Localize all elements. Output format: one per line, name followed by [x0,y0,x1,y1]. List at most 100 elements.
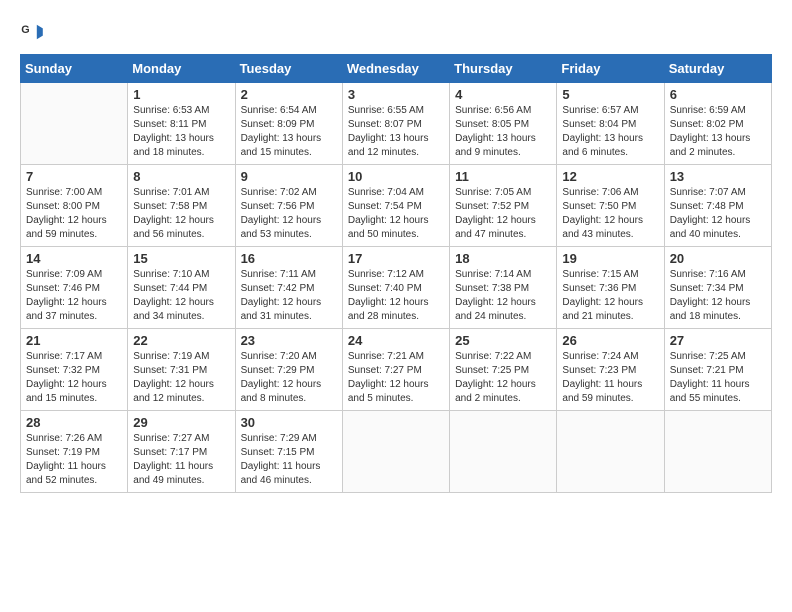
day-info: Sunrise: 7:06 AM Sunset: 7:50 PM Dayligh… [562,186,658,242]
day-number: 20 [670,251,766,266]
calendar-cell: 1 Sunrise: 6:53 AM Sunset: 8:11 PM Daylig… [128,83,235,165]
calendar-cell: 23 Sunrise: 7:20 AM Sunset: 7:29 PM Dayli… [235,329,342,411]
day-number: 12 [562,169,658,184]
calendar-cell: 13 Sunrise: 7:07 AM Sunset: 7:48 PM Dayli… [664,165,771,247]
calendar-cell: 6 Sunrise: 6:59 AM Sunset: 8:02 PM Daylig… [664,83,771,165]
calendar-week-row: 14 Sunrise: 7:09 AM Sunset: 7:46 PM Dayli… [21,247,772,329]
day-number: 3 [348,87,444,102]
day-info: Sunrise: 6:57 AM Sunset: 8:04 PM Dayligh… [562,104,658,160]
day-info: Sunrise: 7:09 AM Sunset: 7:46 PM Dayligh… [26,268,122,324]
calendar-cell: 16 Sunrise: 7:11 AM Sunset: 7:42 PM Dayli… [235,247,342,329]
day-info: Sunrise: 7:10 AM Sunset: 7:44 PM Dayligh… [133,268,229,324]
calendar-cell: 30 Sunrise: 7:29 AM Sunset: 7:15 PM Dayli… [235,411,342,493]
calendar-cell: 4Sunrise: 6:56 AM Sunset: 8:05 PM Daylig… [450,83,557,165]
calendar-cell [450,411,557,493]
day-number: 7 [26,169,122,184]
calendar-week-row: 7 Sunrise: 7:00 AM Sunset: 8:00 PM Daylig… [21,165,772,247]
calendar-cell [342,411,449,493]
weekday-header: Friday [557,55,664,83]
calendar-cell: 11 Sunrise: 7:05 AM Sunset: 7:52 PM Dayli… [450,165,557,247]
calendar-cell: 12 Sunrise: 7:06 AM Sunset: 7:50 PM Dayli… [557,165,664,247]
day-number: 8 [133,169,229,184]
weekday-header: Saturday [664,55,771,83]
calendar-cell: 27 Sunrise: 7:25 AM Sunset: 7:21 PM Dayli… [664,329,771,411]
day-number: 10 [348,169,444,184]
calendar-week-row: 1 Sunrise: 6:53 AM Sunset: 8:11 PM Daylig… [21,83,772,165]
day-number: 15 [133,251,229,266]
calendar-cell: 14 Sunrise: 7:09 AM Sunset: 7:46 PM Dayli… [21,247,128,329]
calendar-cell: 5 Sunrise: 6:57 AM Sunset: 8:04 PM Daylig… [557,83,664,165]
logo: G [20,20,48,44]
calendar-cell: 18Sunrise: 7:14 AM Sunset: 7:38 PM Dayli… [450,247,557,329]
calendar-cell: 2 Sunrise: 6:54 AM Sunset: 8:09 PM Daylig… [235,83,342,165]
calendar-cell: 28Sunrise: 7:26 AM Sunset: 7:19 PM Dayli… [21,411,128,493]
day-info: Sunrise: 6:56 AM Sunset: 8:05 PM Dayligh… [455,104,551,160]
day-info: Sunrise: 7:11 AM Sunset: 7:42 PM Dayligh… [241,268,337,324]
calendar: SundayMondayTuesdayWednesdayThursdayFrid… [20,54,772,493]
day-number: 30 [241,415,337,430]
calendar-cell [664,411,771,493]
day-number: 5 [562,87,658,102]
weekday-header: Sunday [21,55,128,83]
calendar-cell: 10 Sunrise: 7:04 AM Sunset: 7:54 PM Dayli… [342,165,449,247]
day-number: 11 [455,169,551,184]
day-number: 29 [133,415,229,430]
day-info: Sunrise: 7:16 AM Sunset: 7:34 PM Dayligh… [670,268,766,324]
calendar-cell: 19 Sunrise: 7:15 AM Sunset: 7:36 PM Dayli… [557,247,664,329]
day-number: 9 [241,169,337,184]
svg-text:G: G [21,24,29,36]
day-info: Sunrise: 7:27 AM Sunset: 7:17 PM Dayligh… [133,432,229,488]
day-number: 18 [455,251,551,266]
day-info: Sunrise: 6:59 AM Sunset: 8:02 PM Dayligh… [670,104,766,160]
day-info: Sunrise: 7:21 AM Sunset: 7:27 PM Dayligh… [348,350,444,406]
day-info: Sunrise: 7:02 AM Sunset: 7:56 PM Dayligh… [241,186,337,242]
day-info: Sunrise: 7:22 AM Sunset: 7:25 PM Dayligh… [455,350,551,406]
day-number: 26 [562,333,658,348]
day-info: Sunrise: 6:53 AM Sunset: 8:11 PM Dayligh… [133,104,229,160]
calendar-cell: 21 Sunrise: 7:17 AM Sunset: 7:32 PM Dayli… [21,329,128,411]
weekday-header: Thursday [450,55,557,83]
calendar-cell: 15 Sunrise: 7:10 AM Sunset: 7:44 PM Dayli… [128,247,235,329]
calendar-cell: 3 Sunrise: 6:55 AM Sunset: 8:07 PM Daylig… [342,83,449,165]
calendar-cell: 26 Sunrise: 7:24 AM Sunset: 7:23 PM Dayli… [557,329,664,411]
day-number: 1 [133,87,229,102]
day-info: Sunrise: 7:07 AM Sunset: 7:48 PM Dayligh… [670,186,766,242]
day-number: 2 [241,87,337,102]
calendar-cell [557,411,664,493]
calendar-cell: 7 Sunrise: 7:00 AM Sunset: 8:00 PM Daylig… [21,165,128,247]
day-number: 6 [670,87,766,102]
day-number: 13 [670,169,766,184]
weekday-header: Monday [128,55,235,83]
day-number: 24 [348,333,444,348]
day-info: Sunrise: 6:54 AM Sunset: 8:09 PM Dayligh… [241,104,337,160]
calendar-cell: 9 Sunrise: 7:02 AM Sunset: 7:56 PM Daylig… [235,165,342,247]
day-number: 14 [26,251,122,266]
calendar-cell: 17Sunrise: 7:12 AM Sunset: 7:40 PM Dayli… [342,247,449,329]
calendar-week-row: 28Sunrise: 7:26 AM Sunset: 7:19 PM Dayli… [21,411,772,493]
day-number: 27 [670,333,766,348]
day-number: 21 [26,333,122,348]
day-info: Sunrise: 6:55 AM Sunset: 8:07 PM Dayligh… [348,104,444,160]
day-info: Sunrise: 7:04 AM Sunset: 7:54 PM Dayligh… [348,186,444,242]
calendar-cell: 8 Sunrise: 7:01 AM Sunset: 7:58 PM Daylig… [128,165,235,247]
calendar-cell [21,83,128,165]
day-number: 28 [26,415,122,430]
day-info: Sunrise: 7:05 AM Sunset: 7:52 PM Dayligh… [455,186,551,242]
calendar-header: SundayMondayTuesdayWednesdayThursdayFrid… [21,55,772,83]
calendar-cell: 20 Sunrise: 7:16 AM Sunset: 7:34 PM Dayli… [664,247,771,329]
header: G [20,20,772,44]
weekday-header: Tuesday [235,55,342,83]
day-info: Sunrise: 7:01 AM Sunset: 7:58 PM Dayligh… [133,186,229,242]
day-info: Sunrise: 7:15 AM Sunset: 7:36 PM Dayligh… [562,268,658,324]
day-number: 19 [562,251,658,266]
day-info: Sunrise: 7:17 AM Sunset: 7:32 PM Dayligh… [26,350,122,406]
day-number: 23 [241,333,337,348]
day-info: Sunrise: 7:00 AM Sunset: 8:00 PM Dayligh… [26,186,122,242]
calendar-cell: 25Sunrise: 7:22 AM Sunset: 7:25 PM Dayli… [450,329,557,411]
day-info: Sunrise: 7:20 AM Sunset: 7:29 PM Dayligh… [241,350,337,406]
day-info: Sunrise: 7:24 AM Sunset: 7:23 PM Dayligh… [562,350,658,406]
day-number: 16 [241,251,337,266]
day-info: Sunrise: 7:29 AM Sunset: 7:15 PM Dayligh… [241,432,337,488]
calendar-cell: 24 Sunrise: 7:21 AM Sunset: 7:27 PM Dayli… [342,329,449,411]
day-info: Sunrise: 7:25 AM Sunset: 7:21 PM Dayligh… [670,350,766,406]
